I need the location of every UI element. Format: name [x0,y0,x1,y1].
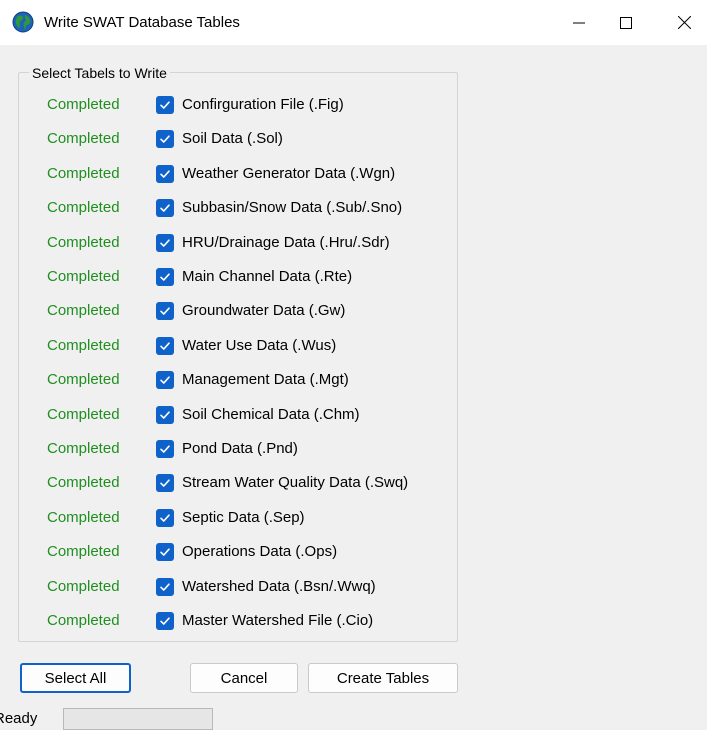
row-status: Completed [47,233,120,251]
cancel-button[interactable]: Cancel [190,663,298,693]
table-checkbox[interactable] [156,508,174,527]
checkmark-icon [160,204,170,212]
select-all-button[interactable]: Select All [20,663,131,693]
checkmark-icon [160,410,170,419]
table-row: Completed Management Data (.Mgt) [0,369,460,393]
minimize-icon [573,22,585,23]
checkmark-icon [160,135,170,144]
table-checkbox-label[interactable]: Septic Data (.Sep) [182,509,305,526]
maximize-button[interactable] [603,0,649,45]
minimize-button[interactable] [556,0,602,45]
checkmark-icon [160,479,170,488]
table-checkbox-label[interactable]: HRU/Drainage Data (.Hru/.Sdr) [182,234,390,251]
row-status: Completed [47,96,120,113]
table-checkbox-label[interactable]: Stream Water Quality Data (.Swq) [182,474,408,491]
table-row: Completed Subbasin/Snow Data (.Sub/.Sno) [0,197,460,221]
table-row: Completed Stream Water Quality Data (.Swq… [0,472,460,496]
row-status: Completed [47,371,120,389]
table-checkbox-label[interactable]: Weather Generator Data (.Wgn) [182,165,395,182]
status-progress-box [63,708,213,730]
table-checkbox[interactable] [156,164,174,183]
close-icon [677,16,691,29]
row-status: Completed [47,508,120,526]
table-checkbox[interactable] [156,268,174,286]
groupbox-legend: Select Tabels to Write [29,65,170,81]
row-status: Completed [47,543,120,561]
table-checkbox-label[interactable]: Watershed Data (.Bsn/.Wwq) [182,578,376,595]
table-checkbox[interactable] [156,336,174,355]
table-row: Completed Master Watershed File (.Cio) [0,610,460,634]
table-checkbox[interactable] [156,577,174,596]
checkmark-icon [160,514,170,522]
table-checkbox[interactable] [156,474,174,493]
row-status: Completed [47,612,120,629]
table-checkbox[interactable] [156,543,174,562]
table-row: Completed Pond Data (.Pnd) [0,438,460,462]
checkmark-icon [160,170,170,178]
checkmark-icon [160,273,170,281]
table-row: Completed Groundwater Data (.Gw) [0,300,460,324]
row-status: Completed [47,440,120,457]
table-checkbox-label[interactable]: Pond Data (.Pnd) [182,440,298,457]
table-checkbox[interactable] [156,405,174,424]
checkmark-icon [160,342,170,350]
table-checkbox-label[interactable]: Soil Data (.Sol) [182,130,283,147]
table-row: Completed Weather Generator Data (.Wgn) [0,163,460,187]
checkmark-icon [160,307,170,316]
maximize-icon [620,16,632,29]
table-row: Completed Confirguration File (.Fig) [0,94,460,118]
row-status: Completed [47,130,120,148]
row-status: Completed [47,474,120,492]
table-checkbox-label[interactable]: Groundwater Data (.Gw) [182,302,345,319]
checkmark-icon [160,548,170,556]
row-status: Completed [47,302,120,320]
checkmark-icon [160,238,170,247]
checkmark-icon [160,376,170,384]
table-checkbox-label[interactable]: Confirguration File (.Fig) [182,96,344,113]
create-tables-button[interactable]: Create Tables [308,663,458,693]
title-bar[interactable]: Write SWAT Database Tables [0,0,707,45]
table-checkbox[interactable] [156,199,174,218]
status-label: Ready [0,710,38,727]
table-row: Completed Septic Data (.Sep) [0,507,460,531]
row-status: Completed [47,164,120,182]
row-status: Completed [47,268,120,285]
table-row: Completed Soil Chemical Data (.Chm) [0,404,460,428]
row-status: Completed [47,405,120,423]
table-row: Completed Main Channel Data (.Rte) [0,266,460,290]
table-checkbox[interactable] [156,440,174,458]
table-checkbox-label[interactable]: Soil Chemical Data (.Chm) [182,406,360,423]
table-row: Completed Water Use Data (.Wus) [0,335,460,359]
table-checkbox[interactable] [156,233,174,252]
table-checkbox-label[interactable]: Management Data (.Mgt) [182,371,349,388]
table-checkbox[interactable] [156,96,174,114]
checkmark-icon [160,617,170,625]
globe-icon [12,11,34,33]
row-status: Completed [47,336,120,354]
table-row: Completed Soil Data (.Sol) [0,128,460,152]
row-status: Completed [47,199,120,217]
table-row: Completed HRU/Drainage Data (.Hru/.Sdr) [0,232,460,256]
close-button[interactable] [661,0,707,45]
table-row: Completed Watershed Data (.Bsn/.Wwq) [0,576,460,600]
table-checkbox[interactable] [156,130,174,149]
checkmark-icon [160,101,170,109]
checkmark-icon [160,445,170,453]
table-checkbox-label[interactable]: Main Channel Data (.Rte) [182,268,352,285]
table-checkbox[interactable] [156,612,174,630]
window-title: Write SWAT Database Tables [44,14,240,31]
table-checkbox-label[interactable]: Water Use Data (.Wus) [182,337,336,354]
table-row: Completed Operations Data (.Ops) [0,541,460,565]
table-checkbox[interactable] [156,371,174,390]
checkmark-icon [160,582,170,591]
table-checkbox-label[interactable]: Master Watershed File (.Cio) [182,612,373,629]
table-checkbox[interactable] [156,302,174,321]
table-checkbox-label[interactable]: Operations Data (.Ops) [182,543,337,560]
row-status: Completed [47,577,120,595]
table-checkbox-label[interactable]: Subbasin/Snow Data (.Sub/.Sno) [182,199,402,216]
